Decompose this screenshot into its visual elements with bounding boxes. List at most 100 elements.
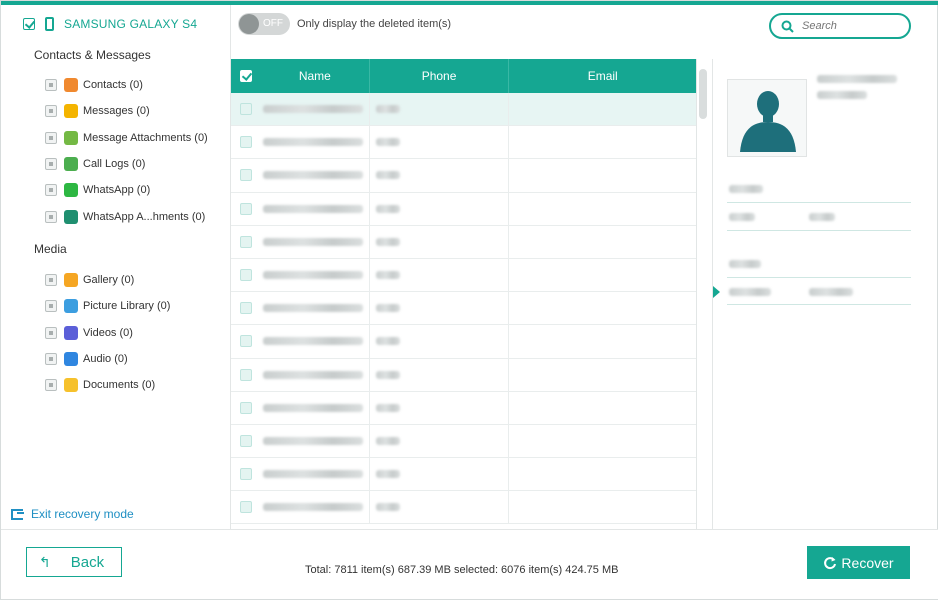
table-row[interactable] bbox=[231, 258, 696, 293]
category-checkbox[interactable] bbox=[45, 300, 57, 313]
table-row[interactable] bbox=[231, 391, 696, 425]
row-checkbox-cell[interactable] bbox=[231, 159, 261, 191]
table-row[interactable] bbox=[231, 358, 696, 392]
row-checkbox-cell[interactable] bbox=[231, 458, 261, 490]
category-checkbox[interactable] bbox=[45, 353, 57, 366]
row-checkbox[interactable] bbox=[239, 103, 252, 116]
phone-blurred bbox=[375, 171, 400, 180]
search-input[interactable] bbox=[802, 20, 898, 32]
column-header-phone[interactable]: Phone bbox=[368, 59, 509, 93]
row-checkbox-cell[interactable] bbox=[231, 325, 261, 357]
email-cell bbox=[508, 258, 696, 292]
category-audio[interactable]: Audio (0) bbox=[45, 346, 170, 372]
category-gallery[interactable]: Gallery (0) bbox=[45, 267, 170, 293]
table-row[interactable] bbox=[231, 424, 696, 459]
toggle-knob bbox=[239, 14, 259, 34]
row-checkbox-cell[interactable] bbox=[231, 359, 261, 391]
detail-panel bbox=[712, 59, 924, 529]
exit-recovery-mode-link[interactable]: Exit recovery mode bbox=[11, 507, 134, 521]
phone-blurred bbox=[375, 370, 400, 379]
table-row[interactable] bbox=[231, 225, 696, 259]
section-title-contacts-messages: Contacts & Messages bbox=[34, 48, 151, 62]
row-checkbox-cell[interactable] bbox=[231, 93, 261, 125]
device-row[interactable]: SAMSUNG GALAXY S4 bbox=[23, 15, 197, 33]
table-row[interactable] bbox=[231, 491, 696, 525]
category-picture-library[interactable]: Picture Library (0) bbox=[45, 293, 170, 319]
row-checkbox[interactable] bbox=[239, 136, 252, 149]
row-checkbox[interactable] bbox=[239, 501, 252, 514]
category-checkbox[interactable] bbox=[45, 158, 57, 171]
name-blurred bbox=[262, 271, 363, 280]
table-row[interactable] bbox=[231, 93, 696, 127]
email-cell bbox=[508, 491, 696, 524]
row-checkbox-cell[interactable] bbox=[231, 491, 261, 523]
category-label: WhatsApp A...hments (0) bbox=[83, 210, 206, 223]
row-checkbox[interactable] bbox=[239, 434, 252, 447]
picture-library-icon bbox=[64, 299, 78, 314]
table-row[interactable] bbox=[231, 192, 696, 226]
name-cell bbox=[261, 325, 369, 357]
bottom-bar: ↰ Back Total: 7811 item(s) 687.39 MB sel… bbox=[1, 529, 938, 599]
row-checkbox[interactable] bbox=[239, 302, 252, 315]
category-checkbox[interactable] bbox=[45, 379, 57, 392]
category-contacts[interactable]: Contacts (0) bbox=[45, 72, 208, 98]
row-checkbox-cell[interactable] bbox=[231, 425, 261, 457]
column-header-email[interactable]: Email bbox=[508, 59, 696, 93]
row-checkbox-cell[interactable] bbox=[231, 392, 261, 424]
whatsapp-attachments-icon bbox=[64, 209, 78, 224]
row-checkbox[interactable] bbox=[239, 368, 252, 381]
contact-avatar bbox=[727, 79, 807, 157]
row-checkbox-cell[interactable] bbox=[231, 292, 261, 324]
category-whatsapp-attachments[interactable]: WhatsApp A...hments (0) bbox=[45, 203, 208, 229]
back-button[interactable]: ↰ Back bbox=[26, 547, 122, 577]
row-checkbox[interactable] bbox=[239, 269, 252, 282]
recover-button[interactable]: Recover bbox=[807, 546, 910, 579]
category-attachment[interactable]: Message Attachments (0) bbox=[45, 125, 208, 151]
category-checkbox[interactable] bbox=[45, 184, 57, 197]
category-call-logs[interactable]: Call Logs (0) bbox=[45, 151, 208, 177]
row-checkbox[interactable] bbox=[239, 169, 252, 182]
category-checkbox[interactable] bbox=[45, 105, 57, 118]
email-cell bbox=[508, 424, 696, 458]
category-checkbox[interactable] bbox=[45, 79, 57, 92]
category-documents[interactable]: Documents (0) bbox=[45, 372, 170, 398]
deleted-only-toggle[interactable]: OFF bbox=[238, 13, 290, 35]
row-checkbox[interactable] bbox=[239, 335, 252, 348]
category-messages[interactable]: Messages (0) bbox=[45, 98, 208, 124]
email-cell bbox=[508, 325, 696, 358]
row-checkbox-cell[interactable] bbox=[231, 226, 261, 258]
email-cell bbox=[508, 292, 696, 325]
contacts-category-list: Contacts (0) Messages (0) Message Attachme… bbox=[45, 72, 208, 230]
column-header-name[interactable]: Name bbox=[261, 59, 369, 93]
row-checkbox[interactable] bbox=[239, 401, 252, 414]
documents-icon bbox=[64, 378, 78, 393]
phone-icon bbox=[45, 17, 54, 31]
row-checkbox-cell[interactable] bbox=[231, 259, 261, 291]
row-checkbox[interactable] bbox=[239, 202, 252, 215]
category-whatsapp[interactable]: WhatsApp (0) bbox=[45, 177, 208, 203]
table-row[interactable] bbox=[231, 325, 696, 359]
row-checkbox-cell[interactable] bbox=[231, 126, 261, 158]
phone-blurred bbox=[375, 271, 400, 280]
table-row[interactable] bbox=[231, 458, 696, 492]
email-cell bbox=[508, 159, 696, 192]
category-checkbox[interactable] bbox=[45, 131, 57, 144]
search-box[interactable] bbox=[769, 13, 911, 39]
row-checkbox[interactable] bbox=[239, 468, 252, 481]
table-row[interactable] bbox=[231, 126, 696, 160]
audio-icon bbox=[64, 352, 78, 367]
row-checkbox-cell[interactable] bbox=[231, 193, 261, 225]
category-videos[interactable]: Videos (0) bbox=[45, 320, 170, 346]
table-scrollbar[interactable] bbox=[699, 69, 707, 119]
select-all-cell[interactable] bbox=[231, 59, 261, 93]
table-row[interactable] bbox=[231, 159, 696, 193]
name-blurred bbox=[262, 337, 363, 346]
device-checkbox[interactable] bbox=[23, 18, 35, 30]
table-row[interactable] bbox=[231, 292, 696, 326]
select-all-checkbox[interactable] bbox=[239, 70, 252, 82]
category-checkbox[interactable] bbox=[45, 210, 57, 223]
category-checkbox[interactable] bbox=[45, 326, 57, 339]
email-cell bbox=[508, 192, 696, 225]
row-checkbox[interactable] bbox=[239, 235, 252, 248]
category-checkbox[interactable] bbox=[45, 274, 57, 287]
